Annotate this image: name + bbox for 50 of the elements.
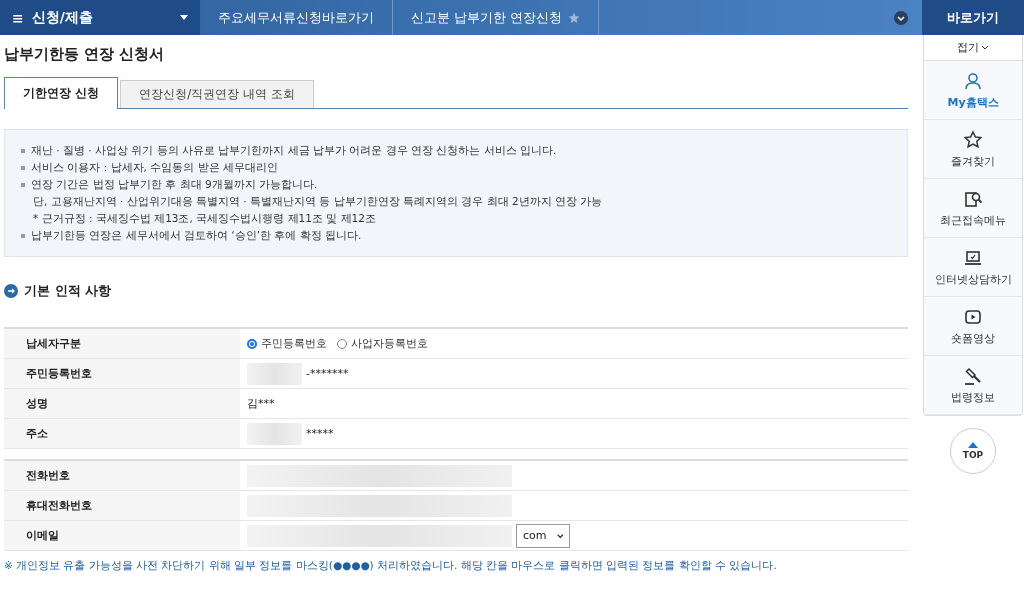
tab[interactable]: 연장신청/직권연장 내역 조회 (120, 80, 314, 108)
chevron-icon (556, 532, 563, 539)
shortcut-item[interactable]: 최근접속메뉴 (924, 179, 1022, 238)
field-label: 주민등록번호 (4, 358, 240, 389)
notice-text: 서비스 이용자 : 납세자, 수임동의 받은 세무대리인 (31, 160, 278, 175)
caret-icon (180, 15, 188, 20)
chevron-icon[interactable] (894, 10, 908, 25)
masked-value[interactable] (247, 524, 512, 547)
notice-text: 단, 고용재난지역 · 산업위기대응 특별지역 · 특별재난지역 등 납부기한연장 특례지역의 경우 최대 2년까지 연장 가능 (33, 194, 603, 209)
tab[interactable]: 기한연장 신청 (4, 77, 119, 109)
masked-value[interactable] (247, 464, 512, 487)
field-value: ***** (306, 427, 334, 440)
shortcut-item[interactable]: 인터넷상담하기 (924, 238, 1022, 297)
notice-text: 재난 · 질병 · 사업상 위기 등의 사유로 납부기한까지 세금 납부가 어려운 경우 연장 신청하는 서비스 입니다. (31, 143, 557, 158)
footnote: ※ 개인정보 유출 가능성을 사전 차단하기 위해 일부 정보를 마스킹(●●●●) 처리하였습니다. 해당 칸을 마우스로 클릭하면 입력된 정보를 확인할 수 있습니다. (4, 559, 778, 573)
field-label: 전화번호 (4, 460, 240, 491)
masked-value[interactable] (247, 422, 302, 445)
notice-text: 납부기한등 연장은 세무서에서 검토하여 ‘승인’한 후에 확정 됩니다. (31, 228, 362, 243)
field-label: 납세자구분 (4, 328, 240, 359)
masked-value[interactable] (247, 362, 302, 385)
radio-option[interactable]: 사업자등록번호 (337, 336, 428, 351)
shortcut-item[interactable]: 즐겨찾기 (924, 120, 1022, 179)
arrow-circle-icon (4, 284, 18, 298)
breadcrumb-link[interactable]: 주요세무서류신청바로가기 (200, 0, 393, 35)
gavel-icon (963, 365, 983, 386)
page-title: 납부기한등 연장 신청서 (4, 45, 166, 64)
person-icon (963, 70, 983, 91)
field-value: 김*** (247, 397, 275, 410)
shortcut-item[interactable]: 법령정보 (924, 356, 1022, 415)
field-label: 휴대전화번호 (4, 490, 240, 521)
notice-text: * 근거규정 : 국세징수법 제13조, 국세징수법시행령 제11조 및 제12조 (33, 211, 376, 226)
star-icon (963, 129, 983, 150)
shortcut-header: 바로가기 (922, 0, 1024, 35)
star-icon[interactable] (568, 11, 581, 24)
shortcut-item[interactable]: My홈택스 (924, 61, 1022, 120)
field-value: -******* (306, 367, 349, 380)
masked-value[interactable] (247, 494, 512, 517)
breadcrumb-link[interactable]: 신고분 납부기한 연장신청 (393, 0, 600, 35)
shortcut-item[interactable]: 숏폼영상 (924, 297, 1022, 356)
up-arrow-icon (968, 442, 978, 448)
section-title: 기본 인적 사항 (24, 282, 112, 300)
domain-select[interactable]: com (516, 523, 570, 548)
radio-option[interactable]: 주민등록번호 (247, 336, 327, 351)
top-button[interactable]: TOP (950, 428, 996, 474)
notice-text: 연장 기간은 법정 납부기한 후 최대 9개월까지 가능합니다. (31, 177, 318, 192)
menu-dropdown[interactable]: ≡ 신청/제출 (0, 0, 200, 35)
field-label: 주소 (4, 418, 240, 449)
field-label: 이메일 (4, 520, 240, 551)
field-label: 성명 (4, 388, 240, 419)
chevron-icon (981, 45, 989, 50)
